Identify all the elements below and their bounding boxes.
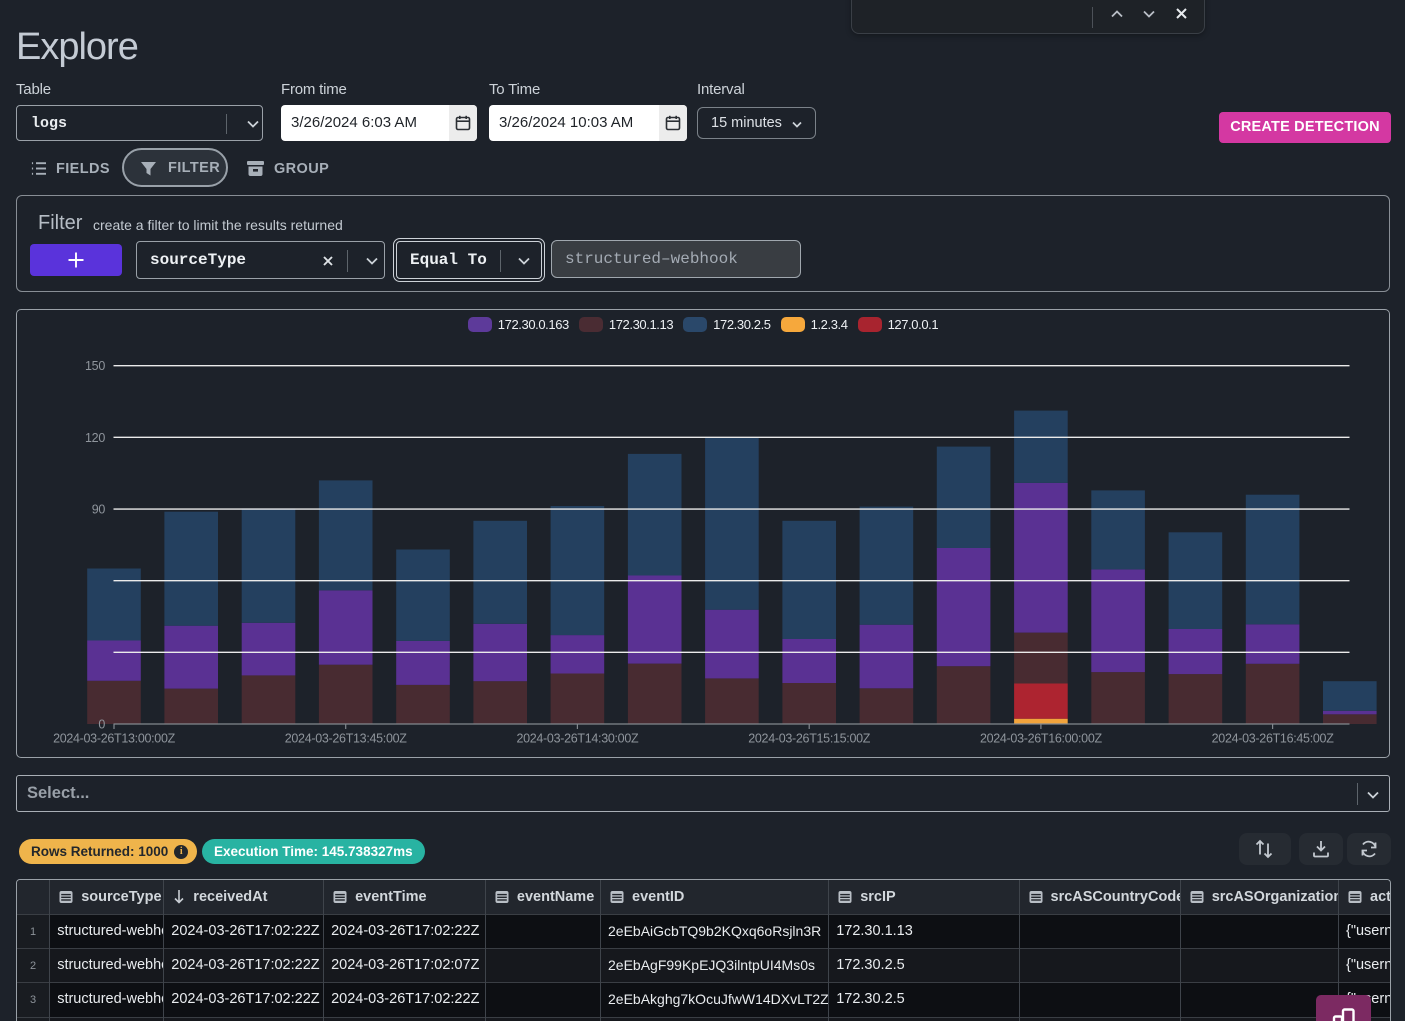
- svg-text:2024-03-26T16:00:00Z: 2024-03-26T16:00:00Z: [980, 732, 1103, 746]
- svg-text:2024-03-26T15:15:00Z: 2024-03-26T15:15:00Z: [748, 732, 871, 746]
- svg-text:2024-03-26T13:45:00Z: 2024-03-26T13:45:00Z: [285, 732, 408, 746]
- svg-text:90: 90: [92, 502, 106, 516]
- svg-text:2024-03-26T13:00:00Z: 2024-03-26T13:00:00Z: [53, 732, 176, 746]
- svg-text:150: 150: [85, 359, 105, 373]
- svg-text:2024-03-26T14:30:00Z: 2024-03-26T14:30:00Z: [516, 732, 639, 746]
- svg-text:120: 120: [85, 431, 105, 445]
- svg-text:2024-03-26T16:45:00Z: 2024-03-26T16:45:00Z: [1212, 732, 1335, 746]
- svg-text:0: 0: [98, 717, 105, 731]
